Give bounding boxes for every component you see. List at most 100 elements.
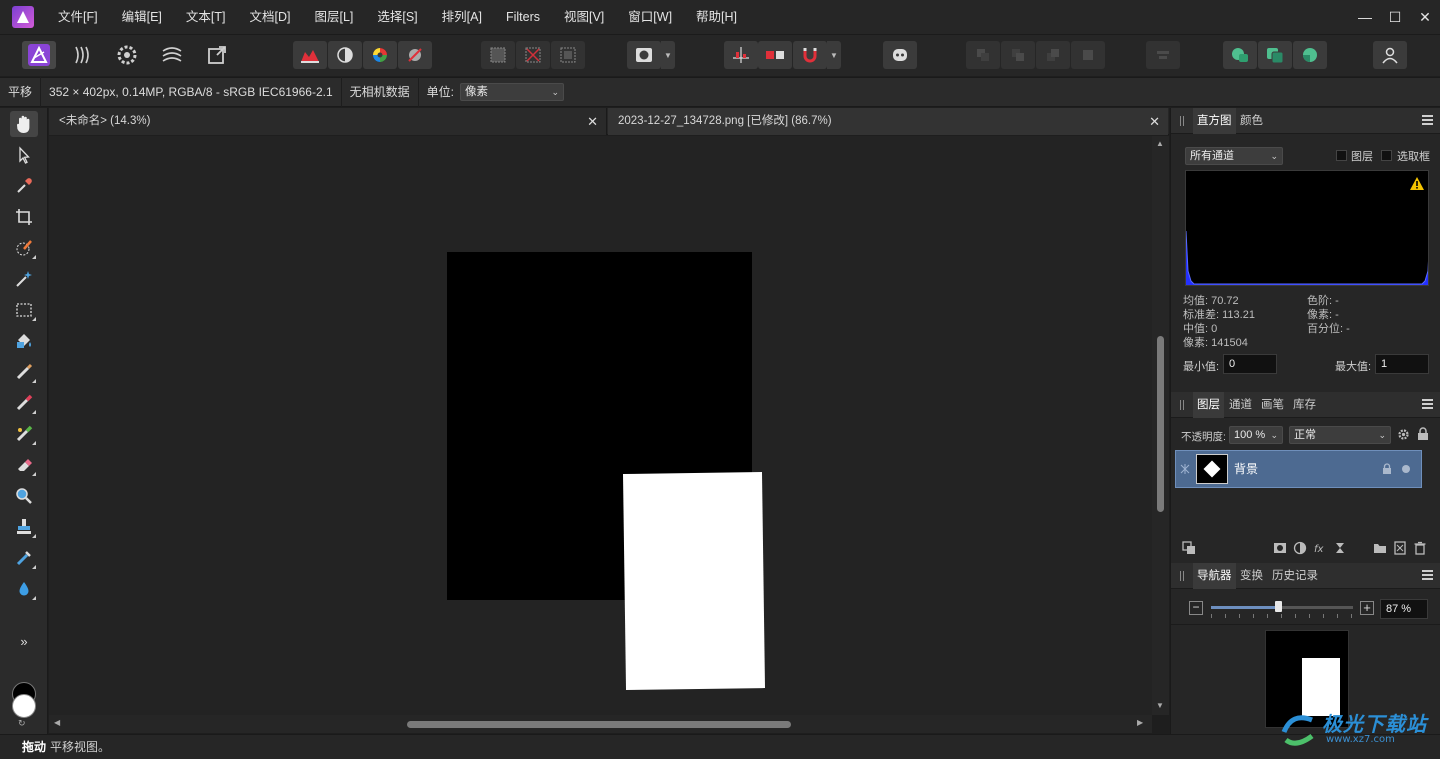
panel-menu-icon[interactable]: [1422, 115, 1433, 125]
layer-row-background[interactable]: 背景: [1175, 450, 1422, 488]
tab-untitled[interactable]: <未命名> (14.3%) ✕: [49, 108, 607, 135]
clone-brush-tool[interactable]: [10, 514, 38, 540]
account-button[interactable]: [1373, 41, 1407, 69]
tab-navigator[interactable]: 导航器: [1193, 563, 1236, 589]
layer-only-checkbox[interactable]: [1336, 150, 1347, 161]
retouch-tool[interactable]: [10, 545, 38, 571]
tab-history[interactable]: 历史记录: [1268, 563, 1322, 589]
add-layer-icon[interactable]: [1393, 541, 1407, 555]
crop-tool[interactable]: [10, 204, 38, 230]
close-button[interactable]: ✕: [1410, 0, 1440, 34]
liquify-persona-button[interactable]: [66, 41, 100, 69]
develop-persona-button[interactable]: [110, 41, 144, 69]
boolean-subtract-button[interactable]: [1258, 41, 1292, 69]
assistant-button[interactable]: [883, 41, 917, 69]
swap-colors-icon[interactable]: ↻: [18, 718, 26, 729]
alignment-button[interactable]: [1146, 41, 1180, 69]
dodge-brush-tool[interactable]: [10, 421, 38, 447]
panel-menu-icon[interactable]: [1422, 399, 1433, 409]
snapping-align-button[interactable]: [758, 41, 792, 69]
vertical-scroll-thumb[interactable]: [1157, 336, 1164, 512]
blend-mode-select[interactable]: 正常 ⌄: [1289, 426, 1391, 444]
layer-visibility-icon[interactable]: [1401, 464, 1411, 474]
marquee-only-checkbox[interactable]: [1381, 150, 1392, 161]
layer-lock-icon[interactable]: [1382, 463, 1392, 475]
mask-layer-icon[interactable]: [1273, 541, 1287, 555]
tab-brushes[interactable]: 画笔: [1257, 392, 1288, 418]
flood-fill-tool[interactable]: [10, 328, 38, 354]
horizontal-scrollbar[interactable]: ◀ ▶: [49, 715, 1152, 733]
move-to-back-button[interactable]: [966, 41, 1000, 69]
tab-layers[interactable]: 图层: [1193, 392, 1224, 418]
blur-brush-tool[interactable]: [10, 576, 38, 602]
export-persona-button[interactable]: [200, 41, 234, 69]
canvas-area[interactable]: [49, 136, 1152, 715]
tab-channels[interactable]: 通道: [1225, 392, 1256, 418]
scroll-down-icon[interactable]: ▼: [1156, 701, 1164, 710]
adjustment-layer-icon[interactable]: [1293, 541, 1307, 555]
tab-stock[interactable]: 库存: [1289, 392, 1320, 418]
lock-icon[interactable]: [1417, 427, 1429, 441]
snapping-dropdown[interactable]: ▼: [827, 41, 841, 69]
vertical-scrollbar[interactable]: ▲ ▼: [1152, 136, 1169, 715]
opacity-select[interactable]: 100 % ⌄: [1229, 426, 1283, 444]
panel-menu-icon[interactable]: [1422, 570, 1433, 580]
menu-filters[interactable]: Filters: [494, 0, 552, 34]
view-tool[interactable]: [10, 111, 38, 137]
unit-select[interactable]: 像素 ⌄: [459, 83, 564, 101]
invert-selection-button[interactable]: [551, 41, 585, 69]
menu-edit[interactable]: 编辑[E]: [110, 0, 174, 34]
panel-grip-icon[interactable]: [1180, 571, 1184, 581]
pixel-brush-tool[interactable]: [10, 390, 38, 416]
snapping-magnet-button[interactable]: [793, 41, 827, 69]
color-well[interactable]: ↻: [10, 680, 38, 728]
more-tools-button[interactable]: »: [14, 634, 34, 649]
group-layers-icon[interactable]: [1373, 541, 1387, 555]
layer-name[interactable]: 背景: [1234, 451, 1258, 487]
photo-persona-button[interactable]: [22, 41, 56, 69]
channel-select[interactable]: 所有通道 ⌄: [1185, 147, 1283, 165]
menu-document[interactable]: 文档[D]: [237, 0, 302, 34]
levels-button[interactable]: [293, 41, 327, 69]
menu-file[interactable]: 文件[F]: [46, 0, 110, 34]
pixel-layer-icon[interactable]: [1333, 541, 1347, 555]
zoom-tool[interactable]: [10, 483, 38, 509]
zoom-slider[interactable]: [1211, 601, 1353, 612]
scroll-up-icon[interactable]: ▲: [1156, 139, 1164, 148]
flood-select-tool[interactable]: [10, 266, 38, 292]
select-all-button[interactable]: [481, 41, 515, 69]
zoom-in-button[interactable]: +: [1360, 601, 1374, 615]
menu-arrange[interactable]: 排列[A]: [430, 0, 494, 34]
tab-color[interactable]: 颜色: [1236, 108, 1267, 134]
move-forward-one-button[interactable]: [1036, 41, 1070, 69]
close-tab-icon[interactable]: ✕: [587, 108, 598, 135]
menu-layer[interactable]: 图层[L]: [302, 0, 365, 34]
selection-brush-tool[interactable]: [10, 235, 38, 261]
erase-brush-tool[interactable]: [10, 452, 38, 478]
tone-mapping-persona-button[interactable]: [155, 41, 189, 69]
zoom-out-button[interactable]: −: [1189, 601, 1203, 615]
zoom-slider-knob[interactable]: [1274, 601, 1282, 612]
horizontal-scroll-thumb[interactable]: [407, 721, 791, 728]
min-value-input[interactable]: 0: [1223, 354, 1277, 374]
menu-window[interactable]: 窗口[W]: [616, 0, 684, 34]
quick-mask-dropdown[interactable]: ▼: [661, 41, 675, 69]
minimize-button[interactable]: —: [1350, 0, 1380, 34]
maximize-button[interactable]: ☐: [1380, 0, 1410, 34]
secondary-color-swatch[interactable]: [12, 694, 36, 718]
rectangular-marquee-tool[interactable]: [10, 297, 38, 323]
layer-expand-icon[interactable]: [1180, 464, 1190, 474]
auto-white-balance-button[interactable]: [398, 41, 432, 69]
tab-transform[interactable]: 变换: [1236, 563, 1267, 589]
menu-text[interactable]: 文本[T]: [174, 0, 238, 34]
gear-icon[interactable]: [1397, 428, 1410, 441]
tab-histogram[interactable]: 直方图: [1193, 108, 1236, 134]
snapping-guides-button[interactable]: [724, 41, 758, 69]
quick-mask-button[interactable]: [627, 41, 661, 69]
zoom-value-input[interactable]: 87 %: [1380, 599, 1428, 619]
boolean-intersect-button[interactable]: [1293, 41, 1327, 69]
tab-current-document[interactable]: 2023-12-27_134728.png [已修改] (86.7%) ✕: [608, 108, 1168, 135]
auto-contrast-button[interactable]: [328, 41, 362, 69]
move-to-front-button[interactable]: [1071, 41, 1105, 69]
boolean-add-button[interactable]: [1223, 41, 1257, 69]
